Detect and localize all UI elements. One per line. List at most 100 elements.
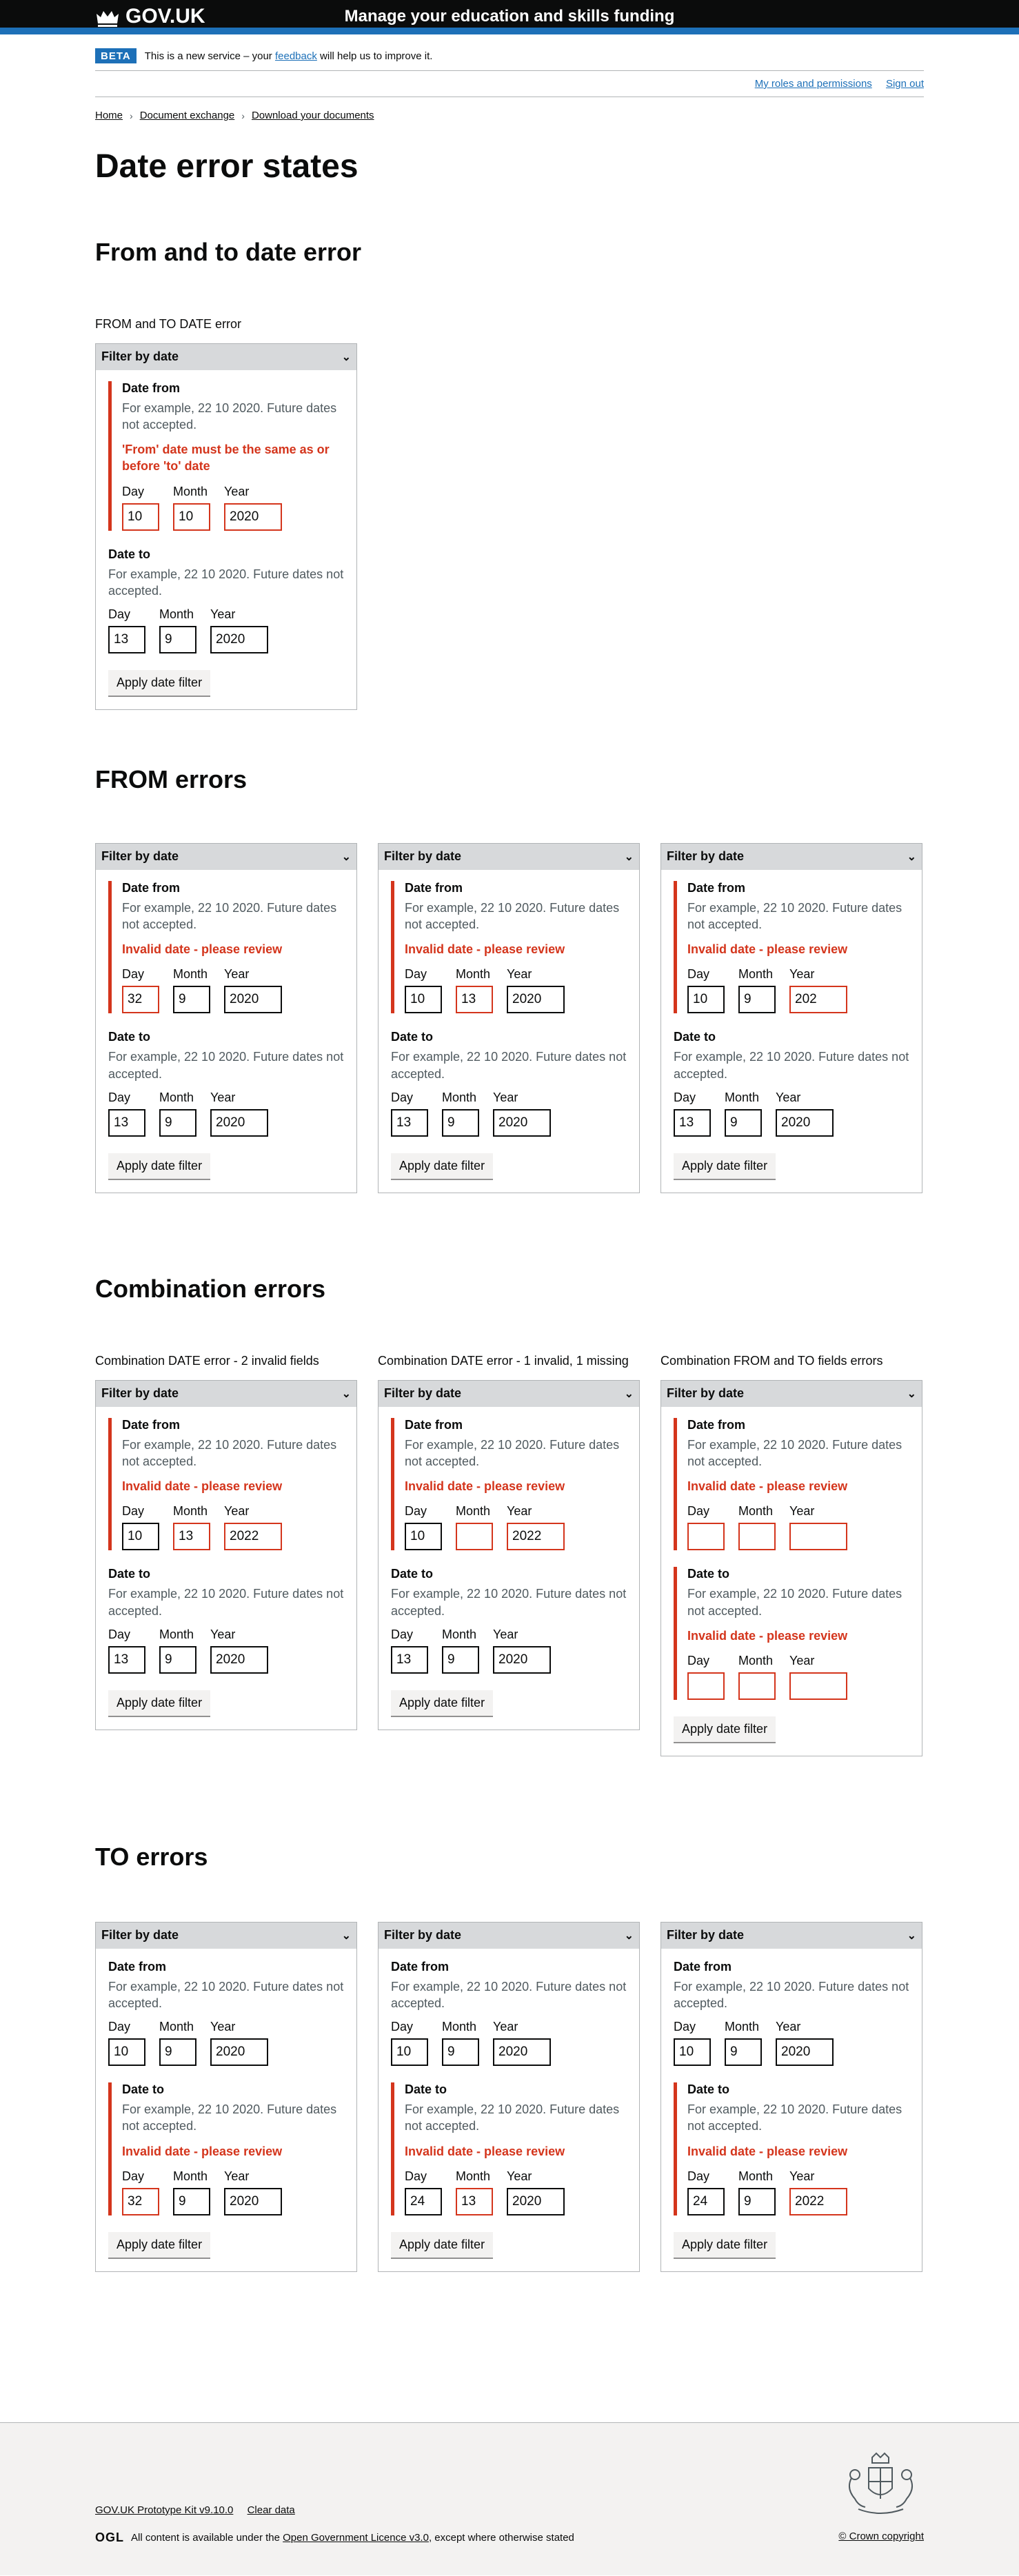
filter-header-toggle[interactable]: Filter by date ⌄ bbox=[661, 843, 922, 870]
date-from-group: Date from For example, 22 10 2020. Future… bbox=[674, 880, 911, 1014]
to-month-input[interactable] bbox=[159, 1109, 196, 1137]
apply-date-filter-button[interactable]: Apply date filter bbox=[674, 1716, 776, 1743]
to-day-input[interactable] bbox=[122, 2188, 159, 2216]
from-month-input[interactable] bbox=[738, 1523, 776, 1551]
filter-header-toggle[interactable]: Filter by date ⌄ bbox=[96, 843, 356, 870]
to-day-input[interactable] bbox=[108, 626, 145, 654]
from-month-input[interactable] bbox=[442, 2038, 479, 2067]
to-day-input[interactable] bbox=[391, 1109, 428, 1137]
from-year-input[interactable] bbox=[507, 1523, 565, 1551]
to-month-input[interactable] bbox=[738, 2188, 776, 2216]
licence-link[interactable]: Open Government Licence v3.0 bbox=[283, 2532, 429, 2544]
from-year-input[interactable] bbox=[224, 986, 282, 1014]
apply-date-filter-button[interactable]: Apply date filter bbox=[391, 1690, 494, 1716]
example-caption: Combination DATE error - 1 invalid, 1 mi… bbox=[378, 1353, 629, 1368]
from-year-input[interactable] bbox=[224, 1523, 282, 1551]
filter-header-toggle[interactable]: Filter by date ⌄ bbox=[661, 1380, 922, 1407]
from-month-input[interactable] bbox=[738, 986, 776, 1014]
to-year-input[interactable] bbox=[789, 2188, 847, 2216]
from-year-input[interactable] bbox=[507, 986, 565, 1014]
from-month-input[interactable] bbox=[456, 986, 493, 1014]
apply-date-filter-button[interactable]: Apply date filter bbox=[674, 1153, 776, 1179]
to-day-input[interactable] bbox=[108, 1646, 145, 1674]
filter-header-toggle[interactable]: Filter by date ⌄ bbox=[379, 843, 639, 870]
date-month-item: Month bbox=[725, 2020, 762, 2067]
filter-header-toggle[interactable]: Filter by date ⌄ bbox=[661, 1922, 922, 1949]
apply-date-filter-button[interactable]: Apply date filter bbox=[674, 2232, 776, 2258]
from-month-input[interactable] bbox=[173, 1523, 210, 1551]
from-month-input[interactable] bbox=[159, 2038, 196, 2067]
to-year-input[interactable] bbox=[776, 1109, 834, 1137]
to-day-input[interactable] bbox=[108, 1109, 145, 1137]
to-month-input[interactable] bbox=[456, 2188, 493, 2216]
to-day-input[interactable] bbox=[674, 1109, 711, 1137]
from-day-input[interactable] bbox=[108, 2038, 145, 2067]
service-name[interactable]: Manage your education and skills funding bbox=[95, 7, 924, 26]
from-day-input[interactable] bbox=[122, 986, 159, 1014]
to-year-input[interactable] bbox=[210, 1109, 268, 1137]
to-month-input[interactable] bbox=[725, 1109, 762, 1137]
filter-header-toggle[interactable]: Filter by date ⌄ bbox=[379, 1922, 639, 1949]
apply-date-filter-button[interactable]: Apply date filter bbox=[391, 2232, 494, 2258]
from-day-input[interactable] bbox=[122, 1523, 159, 1551]
to-day-input[interactable] bbox=[405, 2188, 442, 2216]
to-month-input[interactable] bbox=[173, 2188, 210, 2216]
from-day-input[interactable] bbox=[405, 986, 442, 1014]
apply-date-filter-button[interactable]: Apply date filter bbox=[108, 670, 211, 696]
from-month-input[interactable] bbox=[725, 2038, 762, 2067]
from-year-input[interactable] bbox=[224, 503, 282, 531]
from-day-input[interactable] bbox=[122, 503, 159, 531]
to-year-input[interactable] bbox=[493, 1646, 551, 1674]
from-year-input[interactable] bbox=[493, 2038, 551, 2067]
to-year-input[interactable] bbox=[210, 1646, 268, 1674]
breadcrumb-download-documents[interactable]: Download your documents bbox=[252, 110, 374, 121]
to-year-input[interactable] bbox=[210, 626, 268, 654]
sign-out-link[interactable]: Sign out bbox=[886, 78, 924, 90]
filter-header-toggle[interactable]: Filter by date ⌄ bbox=[96, 1380, 356, 1407]
clear-data-link[interactable]: Clear data bbox=[248, 2504, 295, 2516]
breadcrumb-document-exchange[interactable]: Document exchange bbox=[140, 110, 235, 121]
month-label: Month bbox=[442, 2020, 477, 2034]
from-day-input[interactable] bbox=[687, 986, 725, 1014]
prototype-kit-link[interactable]: GOV.UK Prototype Kit v9.10.0 bbox=[95, 2504, 233, 2516]
from-year-input[interactable] bbox=[210, 2038, 268, 2067]
breadcrumb-home[interactable]: Home bbox=[95, 110, 123, 121]
filter-header-toggle[interactable]: Filter by date ⌄ bbox=[96, 1922, 356, 1949]
day-label: Day bbox=[391, 1091, 414, 1105]
from-day-input[interactable] bbox=[674, 2038, 711, 2067]
to-month-input[interactable] bbox=[442, 1646, 479, 1674]
from-month-input[interactable] bbox=[173, 503, 210, 531]
month-label: Month bbox=[159, 607, 194, 622]
from-year-input[interactable] bbox=[776, 2038, 834, 2067]
to-month-input[interactable] bbox=[442, 1109, 479, 1137]
to-year-input[interactable] bbox=[493, 1109, 551, 1137]
filter-header-toggle[interactable]: Filter by date ⌄ bbox=[379, 1380, 639, 1407]
from-month-input[interactable] bbox=[173, 986, 210, 1014]
apply-date-filter-button[interactable]: Apply date filter bbox=[391, 1153, 494, 1179]
from-day-input[interactable] bbox=[391, 2038, 428, 2067]
apply-date-filter-button[interactable]: Apply date filter bbox=[108, 1690, 211, 1716]
to-month-input[interactable] bbox=[738, 1672, 776, 1701]
date-to-legend: Date to bbox=[108, 1567, 151, 1581]
apply-date-filter-button[interactable]: Apply date filter bbox=[108, 1153, 211, 1179]
copyright-link[interactable]: © Crown copyright bbox=[838, 2531, 924, 2542]
to-day-input[interactable] bbox=[391, 1646, 428, 1674]
from-year-input[interactable] bbox=[789, 1523, 847, 1551]
roles-permissions-link[interactable]: My roles and permissions bbox=[755, 78, 872, 90]
feedback-link[interactable]: feedback bbox=[275, 50, 317, 62]
filter-by-date-panel: Filter by date ⌄ Date from For example, 2… bbox=[378, 842, 640, 1194]
to-year-input[interactable] bbox=[789, 1672, 847, 1701]
from-day-input[interactable] bbox=[405, 1523, 442, 1551]
year-label: Year bbox=[493, 1627, 518, 1642]
filter-header-toggle[interactable]: Filter by date ⌄ bbox=[96, 343, 356, 370]
to-day-input[interactable] bbox=[687, 1672, 725, 1701]
to-day-input[interactable] bbox=[687, 2188, 725, 2216]
from-day-input[interactable] bbox=[687, 1523, 725, 1551]
to-year-input[interactable] bbox=[507, 2188, 565, 2216]
to-month-input[interactable] bbox=[159, 1646, 196, 1674]
from-month-input[interactable] bbox=[456, 1523, 493, 1551]
to-month-input[interactable] bbox=[159, 626, 196, 654]
to-year-input[interactable] bbox=[224, 2188, 282, 2216]
from-year-input[interactable] bbox=[789, 986, 847, 1014]
apply-date-filter-button[interactable]: Apply date filter bbox=[108, 2232, 211, 2258]
